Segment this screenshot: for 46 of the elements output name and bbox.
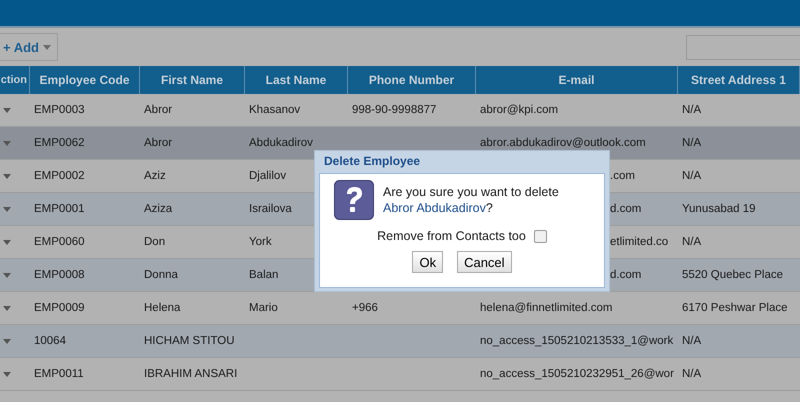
table-cell: N/A [682,104,702,116]
table-cell: IBRAHIM ANSARI [144,368,238,380]
table-cell: 6170 Peshwar Place [682,302,788,314]
table-cell: Aziza [144,203,172,215]
table-cell: N/A [682,335,702,347]
table-cell: Abror [144,104,172,116]
table-cell: HICHAM STITOU [144,335,235,347]
table-cell: EMP0003 [34,104,85,116]
table-cell: Mario [249,302,278,314]
table-cell: etlimited.co [610,236,668,248]
table-cell: .com [610,170,635,182]
table-cell: EMP0002 [34,170,85,182]
table-cell: EMP0009 [34,302,85,314]
table-cell: Israilova [249,203,292,215]
table-cell: EMP0008 [34,269,85,281]
table-cell: helena@finnetlimited.com [480,302,612,314]
table-cell: EMP0060 [34,236,85,248]
table-cell: 5520 Quebec Place [682,269,784,281]
table-cell: N/A [682,368,702,380]
checkbox-label: Remove from Contacts too [377,229,526,243]
table-cell: d.com [610,203,642,215]
table-cell: Abdukadirov [249,137,313,149]
table-cell: Yunusabad 19 [682,203,756,215]
table-cell: EMP0062 [34,137,85,149]
table-cell: no_access_1505210213533_1@work [480,335,674,347]
table-cell: Khasanov [249,104,300,116]
table-cell: Aziz [144,170,166,182]
table-cell: York [249,236,272,248]
table-cell: d.com [610,269,642,281]
table-cell: Abror [144,137,172,149]
table-cell: N/A [682,236,702,248]
table-cell: Helena [144,302,180,314]
table-cell: 10064 [34,335,66,347]
table-cell: abror@kpi.com [480,104,558,116]
table-cell: Donna [144,269,178,281]
table-cell: EMP0011 [34,368,84,380]
table-cell: Balan [249,269,278,281]
table-cell: +966 [352,302,378,314]
table-cell: Djalilov [249,170,286,182]
table-cell: N/A [682,137,702,149]
table-cell: N/A [682,170,702,182]
table-cell: 998-90-9998877 [352,104,436,116]
table-cell: no_access_1505210232951_26@wor [480,368,674,380]
table-cell: Don [144,236,166,248]
table-cell: EMP0001 [34,203,85,215]
table-cell: abror.abdukadirov@outlook.com [480,137,646,149]
